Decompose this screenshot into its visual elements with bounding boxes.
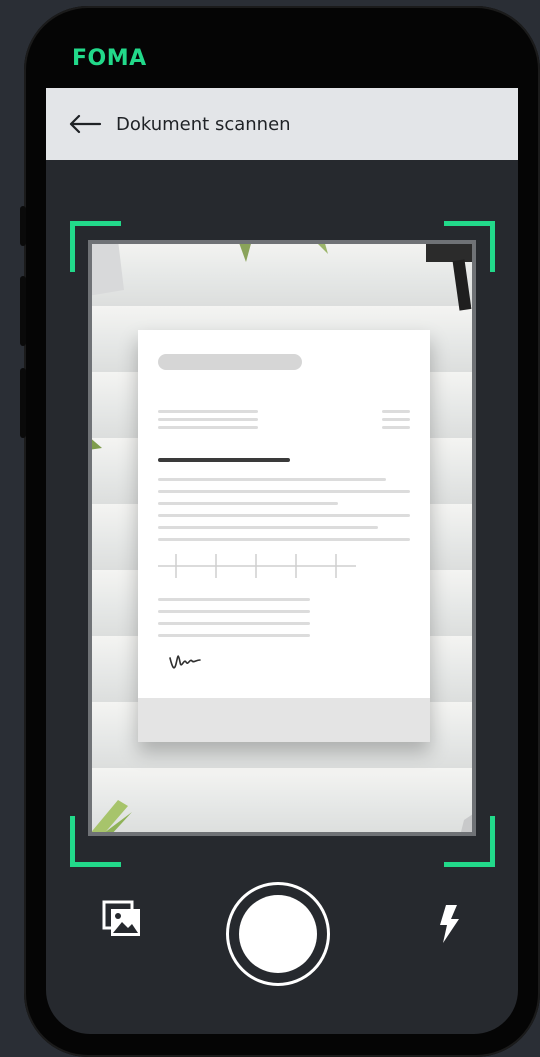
flash-icon[interactable]: [436, 904, 462, 944]
document-footer: [138, 698, 430, 742]
brand-logo: FOMA: [72, 46, 147, 71]
page-title: Dokument scannen: [116, 113, 291, 135]
camera-controls: [46, 868, 518, 988]
scan-corner-top-left: [70, 221, 121, 272]
shutter-button[interactable]: [226, 882, 330, 986]
doc-table-line: [158, 554, 356, 578]
scan-corner-bottom-right: [444, 816, 495, 867]
phone-side-button: [20, 368, 26, 438]
arrow-left-icon[interactable]: [68, 114, 102, 134]
gallery-icon[interactable]: [102, 900, 142, 940]
signature-icon: [169, 655, 201, 669]
camera-viewfinder: [88, 240, 476, 836]
phone-side-button: [20, 276, 26, 346]
scanned-document: [138, 330, 430, 742]
scan-corner-bottom-left: [70, 816, 121, 867]
scan-corner-top-right: [444, 221, 495, 272]
app-bar: Dokument scannen: [46, 88, 518, 160]
app-screen: Dokument scannen: [46, 88, 518, 1034]
shutter-inner: [239, 895, 317, 973]
phone-side-button: [20, 206, 26, 246]
